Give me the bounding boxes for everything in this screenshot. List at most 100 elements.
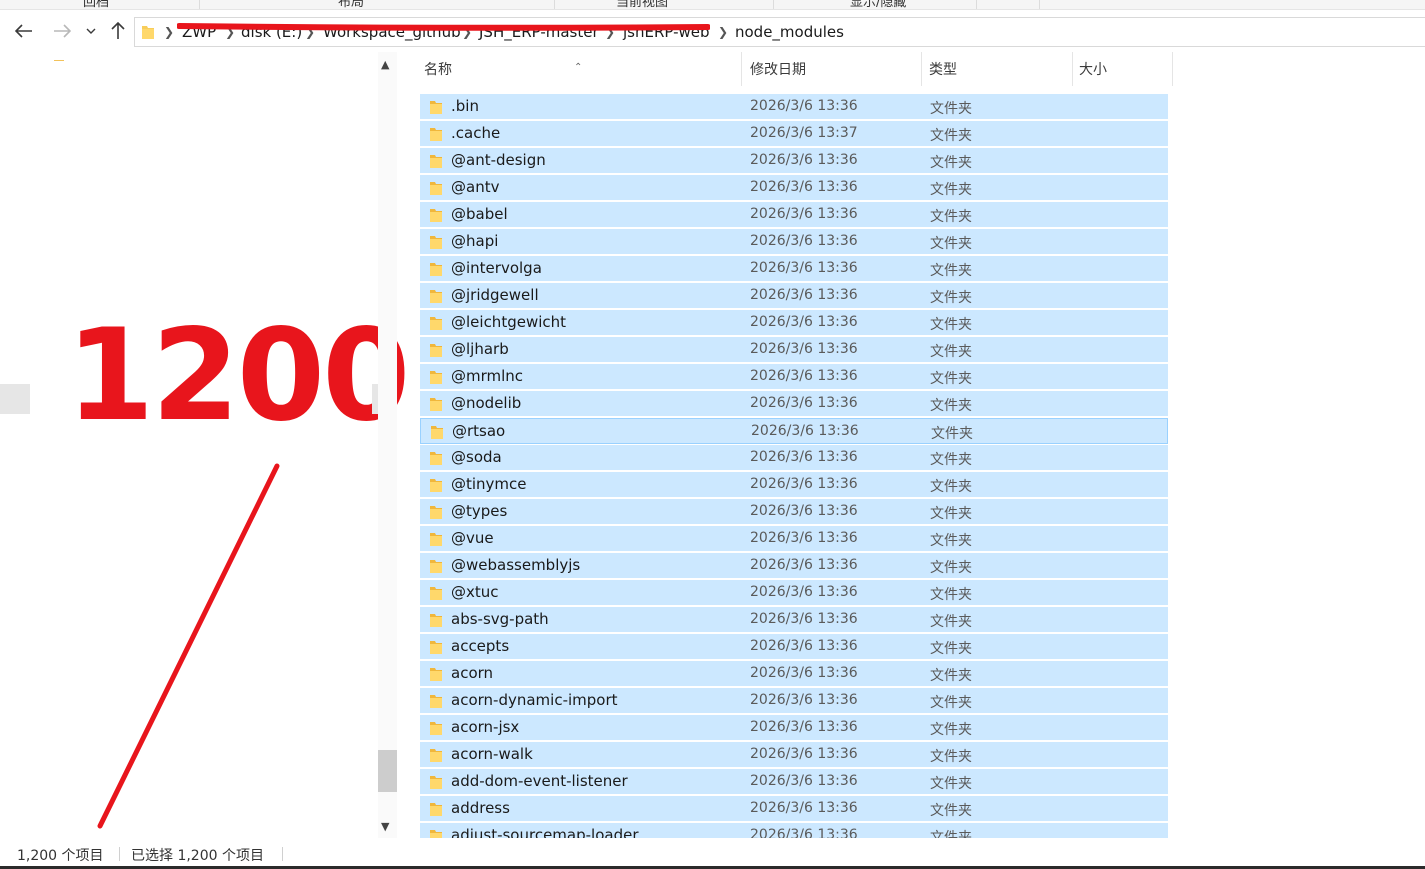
file-type: 文件夹 bbox=[930, 695, 972, 711]
file-name: @vue bbox=[451, 529, 494, 547]
file-type: 文件夹 bbox=[930, 101, 972, 117]
file-row[interactable]: acorn-walk 2026/3/6 13:36 文件夹 bbox=[420, 742, 1168, 768]
file-name: add-dom-event-listener bbox=[451, 772, 628, 790]
file-row[interactable]: @jridgewell 2026/3/6 13:36 文件夹 bbox=[420, 283, 1168, 309]
file-row[interactable]: acorn-dynamic-import 2026/3/6 13:36 文件夹 bbox=[420, 688, 1168, 714]
file-type: 文件夹 bbox=[930, 560, 972, 576]
file-name: accepts bbox=[451, 637, 510, 655]
folder-icon bbox=[429, 315, 443, 335]
file-date: 2026/3/6 13:36 bbox=[750, 665, 858, 681]
file-row[interactable]: @vue 2026/3/6 13:36 文件夹 bbox=[420, 526, 1168, 552]
file-name: @ant-design bbox=[451, 151, 546, 169]
file-row[interactable]: @antv 2026/3/6 13:36 文件夹 bbox=[420, 175, 1168, 201]
file-date: 2026/3/6 13:36 bbox=[751, 423, 859, 439]
file-type: 文件夹 bbox=[930, 371, 972, 387]
vertical-scrollbar[interactable]: ▲ ▼ bbox=[378, 52, 397, 838]
file-type: 文件夹 bbox=[930, 749, 972, 765]
folder-icon bbox=[429, 531, 443, 551]
file-row[interactable]: @webassemblyjs 2026/3/6 13:36 文件夹 bbox=[420, 553, 1168, 579]
file-row[interactable]: @leichtgewicht 2026/3/6 13:36 文件夹 bbox=[420, 310, 1168, 336]
file-type: 文件夹 bbox=[930, 803, 972, 819]
file-name: acorn-walk bbox=[451, 745, 533, 763]
column-header-name[interactable]: 名称 ⌃ bbox=[420, 52, 742, 86]
ribbon-tab-1[interactable]: 回档 bbox=[83, 0, 109, 9]
file-row[interactable]: @ant-design 2026/3/6 13:36 文件夹 bbox=[420, 148, 1168, 174]
folder-icon bbox=[429, 477, 443, 497]
column-header-size-label: 大小 bbox=[1079, 62, 1107, 78]
folder-icon bbox=[429, 369, 443, 389]
column-header-date[interactable]: 修改日期 bbox=[746, 52, 922, 86]
ribbon-tab-4[interactable]: 显示/隐藏 bbox=[850, 0, 906, 9]
file-name: @jridgewell bbox=[451, 286, 539, 304]
back-button[interactable] bbox=[12, 18, 36, 44]
breadcrumb-current[interactable]: node_modules bbox=[735, 23, 844, 41]
file-row[interactable]: @intervolga 2026/3/6 13:36 文件夹 bbox=[420, 256, 1168, 282]
folder-icon bbox=[429, 504, 443, 524]
file-type: 文件夹 bbox=[930, 587, 972, 603]
file-row[interactable]: @soda 2026/3/6 13:36 文件夹 bbox=[420, 445, 1168, 471]
folder-icon bbox=[429, 612, 443, 632]
file-name: @leichtgewicht bbox=[451, 313, 567, 331]
file-row[interactable]: @types 2026/3/6 13:36 文件夹 bbox=[420, 499, 1168, 525]
folder-icon bbox=[429, 666, 443, 686]
file-name: @webassemblyjs bbox=[451, 556, 581, 574]
nav-pane-artifact bbox=[54, 60, 64, 61]
file-row[interactable]: acorn-jsx 2026/3/6 13:36 文件夹 bbox=[420, 715, 1168, 741]
file-type: 文件夹 bbox=[930, 263, 972, 279]
nav-pane-scroll-nub bbox=[0, 384, 30, 414]
file-date: 2026/3/6 13:36 bbox=[750, 530, 858, 546]
ribbon-tab-2[interactable]: 布局 bbox=[338, 0, 364, 9]
column-header-type[interactable]: 类型 bbox=[925, 52, 1073, 86]
status-item-count: 1,200 个项目 bbox=[17, 848, 104, 864]
file-name: acorn-jsx bbox=[451, 718, 520, 736]
file-row[interactable]: .bin 2026/3/6 13:36 文件夹 bbox=[420, 94, 1168, 120]
address-bar[interactable]: ❯ ZWP ❯ disk (E:) ❯ Workspace_github ❯ J… bbox=[134, 17, 1425, 47]
scroll-down-icon[interactable]: ▼ bbox=[381, 820, 389, 833]
file-row[interactable]: accepts 2026/3/6 13:36 文件夹 bbox=[420, 634, 1168, 660]
file-row[interactable]: @ljharb 2026/3/6 13:36 文件夹 bbox=[420, 337, 1168, 363]
file-row[interactable]: @rtsao 2026/3/6 13:36 文件夹 bbox=[420, 418, 1168, 444]
file-date: 2026/3/6 13:36 bbox=[750, 584, 858, 600]
file-name: @ljharb bbox=[451, 340, 509, 358]
file-type: 文件夹 bbox=[930, 155, 972, 171]
recent-locations-button[interactable] bbox=[81, 18, 101, 44]
file-row[interactable]: adjust-sourcemap-loader 2026/3/6 13:36 文件夹 bbox=[420, 823, 1168, 838]
file-row[interactable]: @xtuc 2026/3/6 13:36 文件夹 bbox=[420, 580, 1168, 606]
breadcrumb-item[interactable]: disk (E:) bbox=[241, 23, 302, 41]
forward-button[interactable] bbox=[50, 18, 74, 44]
up-button[interactable] bbox=[106, 18, 130, 44]
file-type: 文件夹 bbox=[930, 452, 972, 468]
file-row[interactable]: acorn 2026/3/6 13:36 文件夹 bbox=[420, 661, 1168, 687]
file-date: 2026/3/6 13:36 bbox=[750, 827, 858, 838]
column-header-type-label: 类型 bbox=[929, 62, 957, 78]
file-row[interactable]: address 2026/3/6 13:36 文件夹 bbox=[420, 796, 1168, 822]
file-row[interactable]: @mrmlnc 2026/3/6 13:36 文件夹 bbox=[420, 364, 1168, 390]
ribbon-strip: 回档 布局 当前视图 显示/隐藏 bbox=[0, 0, 1425, 10]
status-selected-count: 已选择 1,200 个项目 bbox=[131, 848, 264, 864]
breadcrumb-chevron-icon: ❯ bbox=[462, 25, 473, 39]
ribbon-tab-3[interactable]: 当前视图 bbox=[616, 0, 668, 9]
file-name: @hapi bbox=[451, 232, 499, 250]
breadcrumb-item[interactable]: ZWP bbox=[182, 23, 216, 41]
breadcrumb-item[interactable]: Workspace_github bbox=[323, 23, 461, 41]
file-type: 文件夹 bbox=[930, 614, 972, 630]
file-row[interactable]: @tinymce 2026/3/6 13:36 文件夹 bbox=[420, 472, 1168, 498]
file-name: @babel bbox=[451, 205, 508, 223]
column-header-size[interactable]: 大小 bbox=[1075, 52, 1173, 86]
file-type: 文件夹 bbox=[930, 209, 972, 225]
file-name: @antv bbox=[451, 178, 500, 196]
file-row[interactable]: @hapi 2026/3/6 13:36 文件夹 bbox=[420, 229, 1168, 255]
file-row[interactable]: @babel 2026/3/6 13:36 文件夹 bbox=[420, 202, 1168, 228]
file-row[interactable]: add-dom-event-listener 2026/3/6 13:36 文件夹 bbox=[420, 769, 1168, 795]
scrollbar-thumb[interactable] bbox=[378, 750, 397, 792]
file-row[interactable]: @nodelib 2026/3/6 13:36 文件夹 bbox=[420, 391, 1168, 417]
file-date: 2026/3/6 13:36 bbox=[750, 746, 858, 762]
breadcrumb-item[interactable]: jshERP-web bbox=[623, 23, 710, 41]
file-row[interactable]: .cache 2026/3/6 13:37 文件夹 bbox=[420, 121, 1168, 147]
breadcrumb-item[interactable]: JSH_ERP-master bbox=[479, 23, 599, 41]
file-type: 文件夹 bbox=[930, 533, 972, 549]
scroll-up-icon[interactable]: ▲ bbox=[381, 58, 389, 71]
file-type: 文件夹 bbox=[930, 668, 972, 684]
file-type: 文件夹 bbox=[930, 317, 972, 333]
file-row[interactable]: abs-svg-path 2026/3/6 13:36 文件夹 bbox=[420, 607, 1168, 633]
